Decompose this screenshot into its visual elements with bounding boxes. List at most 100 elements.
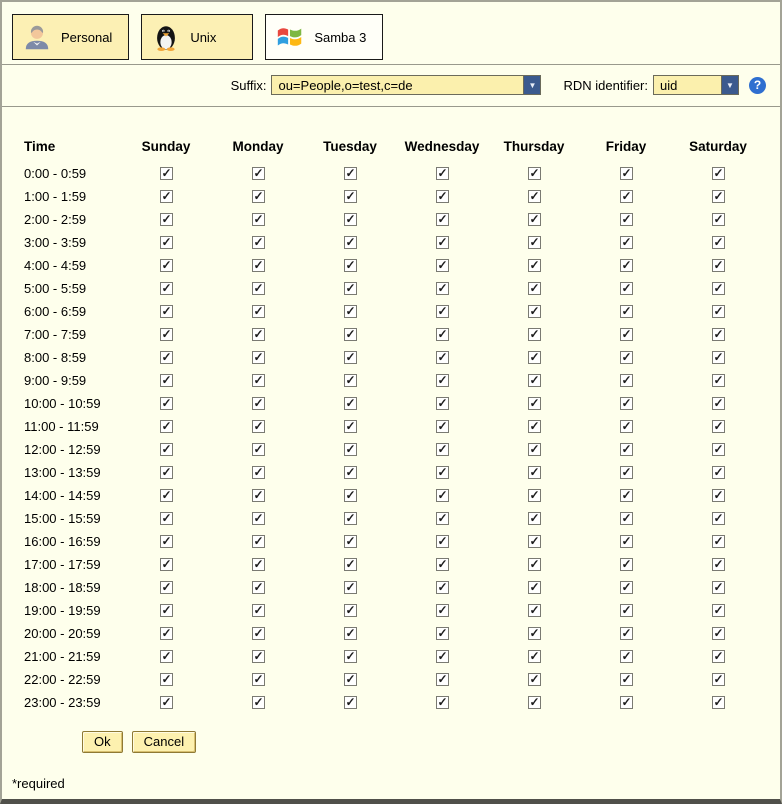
checkbox-wednesday[interactable] (436, 328, 449, 341)
checkbox-thursday[interactable] (528, 466, 541, 479)
checkbox-tuesday[interactable] (344, 328, 357, 341)
checkbox-thursday[interactable] (528, 282, 541, 295)
checkbox-wednesday[interactable] (436, 512, 449, 525)
checkbox-friday[interactable] (620, 673, 633, 686)
checkbox-wednesday[interactable] (436, 627, 449, 640)
checkbox-monday[interactable] (252, 282, 265, 295)
checkbox-sunday[interactable] (160, 466, 173, 479)
checkbox-saturday[interactable] (712, 282, 725, 295)
checkbox-wednesday[interactable] (436, 581, 449, 594)
checkbox-tuesday[interactable] (344, 627, 357, 640)
tab-samba3[interactable]: Samba 3 (265, 14, 383, 60)
checkbox-thursday[interactable] (528, 167, 541, 180)
checkbox-friday[interactable] (620, 397, 633, 410)
checkbox-friday[interactable] (620, 420, 633, 433)
checkbox-monday[interactable] (252, 328, 265, 341)
checkbox-friday[interactable] (620, 696, 633, 709)
checkbox-sunday[interactable] (160, 558, 173, 571)
checkbox-friday[interactable] (620, 236, 633, 249)
tab-personal[interactable]: Personal (12, 14, 129, 60)
checkbox-monday[interactable] (252, 236, 265, 249)
checkbox-saturday[interactable] (712, 305, 725, 318)
checkbox-thursday[interactable] (528, 397, 541, 410)
checkbox-tuesday[interactable] (344, 535, 357, 548)
checkbox-wednesday[interactable] (436, 489, 449, 502)
checkbox-wednesday[interactable] (436, 443, 449, 456)
checkbox-thursday[interactable] (528, 305, 541, 318)
checkbox-thursday[interactable] (528, 604, 541, 617)
checkbox-friday[interactable] (620, 167, 633, 180)
checkbox-tuesday[interactable] (344, 282, 357, 295)
checkbox-tuesday[interactable] (344, 190, 357, 203)
checkbox-monday[interactable] (252, 581, 265, 594)
checkbox-sunday[interactable] (160, 397, 173, 410)
checkbox-friday[interactable] (620, 627, 633, 640)
checkbox-saturday[interactable] (712, 627, 725, 640)
checkbox-thursday[interactable] (528, 236, 541, 249)
checkbox-wednesday[interactable] (436, 236, 449, 249)
checkbox-wednesday[interactable] (436, 213, 449, 226)
suffix-select[interactable]: ou=People,o=test,c=de ▼ (271, 75, 541, 95)
checkbox-tuesday[interactable] (344, 213, 357, 226)
checkbox-sunday[interactable] (160, 328, 173, 341)
checkbox-sunday[interactable] (160, 282, 173, 295)
checkbox-monday[interactable] (252, 305, 265, 318)
checkbox-saturday[interactable] (712, 696, 725, 709)
checkbox-wednesday[interactable] (436, 397, 449, 410)
checkbox-monday[interactable] (252, 351, 265, 364)
checkbox-thursday[interactable] (528, 190, 541, 203)
checkbox-wednesday[interactable] (436, 167, 449, 180)
checkbox-saturday[interactable] (712, 328, 725, 341)
checkbox-saturday[interactable] (712, 351, 725, 364)
checkbox-friday[interactable] (620, 443, 633, 456)
checkbox-thursday[interactable] (528, 213, 541, 226)
checkbox-saturday[interactable] (712, 581, 725, 594)
checkbox-saturday[interactable] (712, 443, 725, 456)
checkbox-thursday[interactable] (528, 374, 541, 387)
checkbox-thursday[interactable] (528, 535, 541, 548)
checkbox-thursday[interactable] (528, 420, 541, 433)
dropdown-arrow-icon[interactable]: ▼ (523, 76, 540, 94)
checkbox-sunday[interactable] (160, 604, 173, 617)
checkbox-friday[interactable] (620, 305, 633, 318)
checkbox-saturday[interactable] (712, 650, 725, 663)
checkbox-wednesday[interactable] (436, 420, 449, 433)
checkbox-friday[interactable] (620, 213, 633, 226)
cancel-button[interactable]: Cancel (132, 731, 196, 753)
checkbox-sunday[interactable] (160, 236, 173, 249)
checkbox-tuesday[interactable] (344, 420, 357, 433)
checkbox-monday[interactable] (252, 604, 265, 617)
checkbox-saturday[interactable] (712, 259, 725, 272)
checkbox-wednesday[interactable] (436, 374, 449, 387)
checkbox-thursday[interactable] (528, 650, 541, 663)
checkbox-monday[interactable] (252, 627, 265, 640)
checkbox-wednesday[interactable] (436, 696, 449, 709)
checkbox-monday[interactable] (252, 512, 265, 525)
help-icon[interactable]: ? (749, 77, 766, 94)
checkbox-monday[interactable] (252, 489, 265, 502)
checkbox-tuesday[interactable] (344, 512, 357, 525)
checkbox-saturday[interactable] (712, 535, 725, 548)
checkbox-friday[interactable] (620, 604, 633, 617)
checkbox-thursday[interactable] (528, 673, 541, 686)
checkbox-tuesday[interactable] (344, 466, 357, 479)
checkbox-sunday[interactable] (160, 673, 173, 686)
dropdown-arrow-icon[interactable]: ▼ (721, 76, 738, 94)
checkbox-friday[interactable] (620, 489, 633, 502)
checkbox-saturday[interactable] (712, 213, 725, 226)
checkbox-saturday[interactable] (712, 673, 725, 686)
checkbox-wednesday[interactable] (436, 282, 449, 295)
checkbox-monday[interactable] (252, 558, 265, 571)
checkbox-tuesday[interactable] (344, 558, 357, 571)
checkbox-saturday[interactable] (712, 420, 725, 433)
checkbox-sunday[interactable] (160, 213, 173, 226)
ok-button[interactable]: Ok (82, 731, 123, 753)
checkbox-friday[interactable] (620, 190, 633, 203)
checkbox-sunday[interactable] (160, 535, 173, 548)
checkbox-tuesday[interactable] (344, 673, 357, 686)
rdn-identifier-select[interactable]: uid ▼ (653, 75, 739, 95)
checkbox-friday[interactable] (620, 374, 633, 387)
checkbox-sunday[interactable] (160, 374, 173, 387)
checkbox-thursday[interactable] (528, 627, 541, 640)
checkbox-tuesday[interactable] (344, 167, 357, 180)
